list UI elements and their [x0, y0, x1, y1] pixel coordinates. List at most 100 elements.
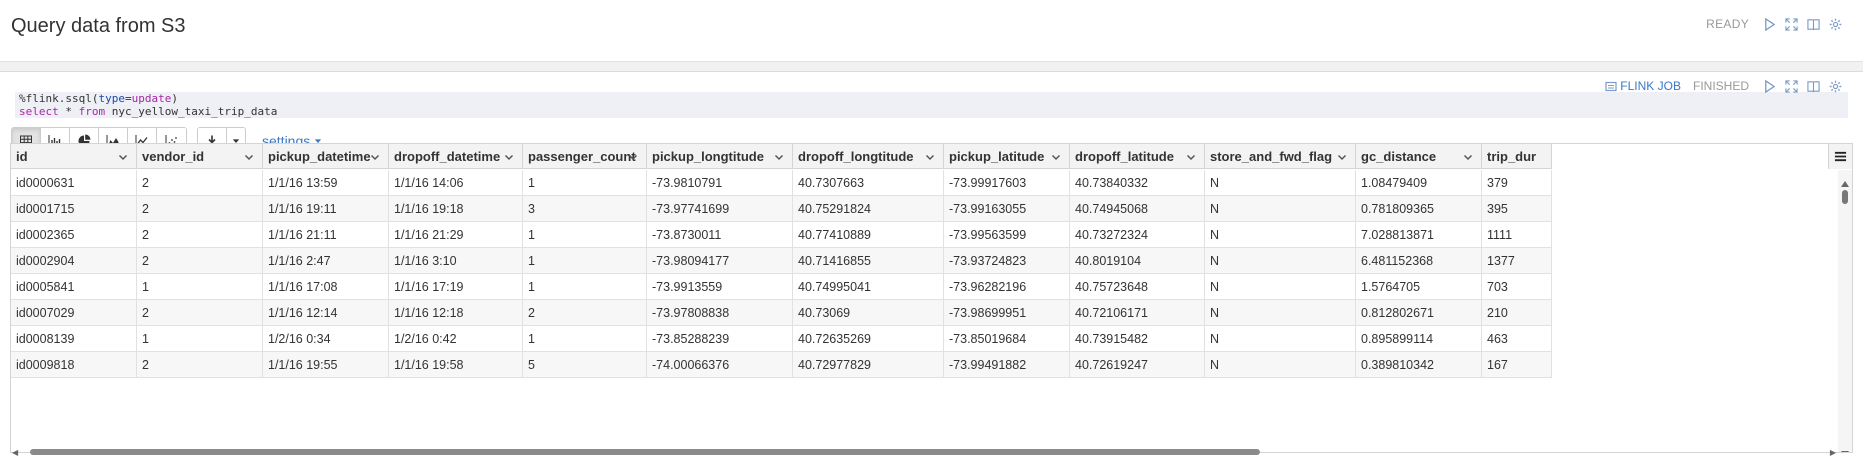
column-header[interactable]: dropoff_datetime: [389, 144, 523, 169]
paragraph-status: FINISHED: [1692, 79, 1749, 93]
vertical-scroll-thumb[interactable]: [1842, 190, 1848, 204]
code-token: type: [98, 92, 125, 105]
chevron-down-icon[interactable]: [244, 150, 254, 161]
code-editor[interactable]: %flink.ssql(type=update) select * from n…: [15, 92, 1848, 118]
table-row[interactable]: id0005841 1 1/1/16 17:08 1/1/16 17:19 1 -73.9…: [11, 274, 1552, 300]
column-header-label: passenger_count: [528, 149, 636, 164]
list-icon: [1605, 80, 1617, 92]
column-header-label: trip_dur: [1487, 149, 1537, 164]
table-row[interactable]: id0009818 2 1/1/16 19:55 1/1/16 19:58 5 -74.0…: [11, 352, 1552, 378]
scroll-up-icon[interactable]: [1841, 174, 1849, 187]
scroll-left-icon[interactable]: ◀: [12, 448, 18, 457]
chevron-down-icon[interactable]: [774, 150, 784, 161]
play-icon[interactable]: [1761, 16, 1777, 32]
expand-icon[interactable]: [1783, 78, 1799, 94]
table-cell: 40.75723648: [1070, 274, 1205, 299]
table-cell: -73.99491882: [944, 352, 1070, 377]
chevron-down-icon[interactable]: [504, 150, 514, 161]
section-divider: [0, 62, 1863, 72]
chevron-down-icon[interactable]: [1463, 150, 1473, 161]
table-cell: -73.85288239: [647, 326, 793, 351]
gear-icon[interactable]: [1827, 16, 1843, 32]
table-cell: N: [1205, 274, 1356, 299]
table-cell: 0.812802671: [1356, 300, 1482, 325]
column-header[interactable]: dropoff_latitude: [1070, 144, 1205, 169]
table-cell: 2: [137, 170, 263, 195]
table-cell: 395: [1482, 196, 1552, 221]
table-row[interactable]: id0007029 2 1/1/16 12:14 1/1/16 12:18 2 -73.9…: [11, 300, 1552, 326]
table-row[interactable]: id0002904 2 1/1/16 2:47 1/1/16 3:10 1 -73.980…: [11, 248, 1552, 274]
table-cell: N: [1205, 326, 1356, 351]
table-cell: 2: [137, 222, 263, 247]
vertical-scrollbar[interactable]: [1838, 170, 1852, 452]
table-cell: id0002904: [11, 248, 137, 273]
column-header-label: store_and_fwd_flag: [1210, 149, 1333, 164]
scroll-right-icon[interactable]: ▶: [1830, 448, 1836, 457]
table-row[interactable]: id0008139 1 1/2/16 0:34 1/2/16 0:42 1 -73.852…: [11, 326, 1552, 352]
table-cell: N: [1205, 170, 1356, 195]
table-cell: N: [1205, 352, 1356, 377]
column-menu-button[interactable]: [1828, 144, 1852, 169]
flink-job-link[interactable]: FLINK JOB: [1605, 79, 1681, 93]
table-cell: 1/1/16 3:10: [389, 248, 523, 273]
chevron-down-icon[interactable]: [1186, 150, 1196, 161]
book-icon[interactable]: [1805, 16, 1821, 32]
column-header[interactable]: pickup_longtitude: [647, 144, 793, 169]
table-cell: 379: [1482, 170, 1552, 195]
table-cell: 2: [137, 248, 263, 273]
table-cell: -73.93724823: [944, 248, 1070, 273]
code-token: from: [78, 105, 106, 118]
column-header[interactable]: vendor_id: [137, 144, 263, 169]
table-cell: 1/1/16 2:47: [263, 248, 389, 273]
chevron-down-icon[interactable]: [925, 150, 935, 161]
table-cell: 1/2/16 0:42: [389, 326, 523, 351]
gear-icon[interactable]: [1827, 78, 1843, 94]
table-row[interactable]: id0001715 2 1/1/16 19:11 1/1/16 19:18 3 -73.9…: [11, 196, 1552, 222]
column-header-label: id: [16, 149, 28, 164]
table-cell: 40.77410889: [793, 222, 944, 247]
table-cell: 40.72977829: [793, 352, 944, 377]
table-cell: 1.08479409: [1356, 170, 1482, 195]
table-cell: 6.481152368: [1356, 248, 1482, 273]
table-cell: 1/1/16 21:11: [263, 222, 389, 247]
column-header-label: dropoff_datetime: [394, 149, 501, 164]
column-header[interactable]: trip_dur: [1482, 144, 1552, 169]
table-cell: 1/1/16 12:14: [263, 300, 389, 325]
table-cell: -74.00066376: [647, 352, 793, 377]
table-cell: -73.99917603: [944, 170, 1070, 195]
table-cell: 40.74945068: [1070, 196, 1205, 221]
column-header-label: pickup_latitude: [949, 149, 1045, 164]
chevron-down-icon[interactable]: [118, 150, 128, 161]
column-header[interactable]: pickup_datetime: [263, 144, 389, 169]
table-cell: N: [1205, 248, 1356, 273]
book-icon[interactable]: [1805, 78, 1821, 94]
chevron-down-icon[interactable]: [370, 150, 380, 161]
note-status: READY: [1706, 17, 1749, 31]
column-header[interactable]: passenger_count: [523, 144, 647, 169]
horizontal-scroll-thumb[interactable]: [30, 449, 1260, 455]
table-cell: -73.8730011: [647, 222, 793, 247]
expand-icon[interactable]: [1783, 16, 1799, 32]
code-token: nyc_yellow_taxi_trip_data: [105, 105, 278, 118]
chevron-down-icon[interactable]: [1337, 150, 1347, 161]
table-cell: 0.781809365: [1356, 196, 1482, 221]
column-header[interactable]: id: [11, 144, 137, 169]
column-header[interactable]: dropoff_longtitude: [793, 144, 944, 169]
column-header[interactable]: gc_distance: [1356, 144, 1482, 169]
play-icon[interactable]: [1761, 78, 1777, 94]
table-cell: -73.99163055: [944, 196, 1070, 221]
table-cell: 1: [137, 326, 263, 351]
table-row[interactable]: id0000631 2 1/1/16 13:59 1/1/16 14:06 1 -73.9…: [11, 170, 1552, 196]
table-row[interactable]: id0002365 2 1/1/16 21:11 1/1/16 21:29 1 -73.8…: [11, 222, 1552, 248]
table-cell: 1: [523, 274, 647, 299]
chevron-down-icon[interactable]: [1051, 150, 1061, 161]
table-cell: 1: [137, 274, 263, 299]
column-header-label: vendor_id: [142, 149, 205, 164]
table-cell: -73.98094177: [647, 248, 793, 273]
column-header[interactable]: store_and_fwd_flag: [1205, 144, 1356, 169]
chevron-down-icon[interactable]: [628, 150, 638, 161]
column-header[interactable]: pickup_latitude: [944, 144, 1070, 169]
scroll-down-icon[interactable]: [1841, 444, 1849, 452]
note-title-bar: Query data from S3 READY: [0, 0, 1863, 62]
table-cell: 40.72635269: [793, 326, 944, 351]
